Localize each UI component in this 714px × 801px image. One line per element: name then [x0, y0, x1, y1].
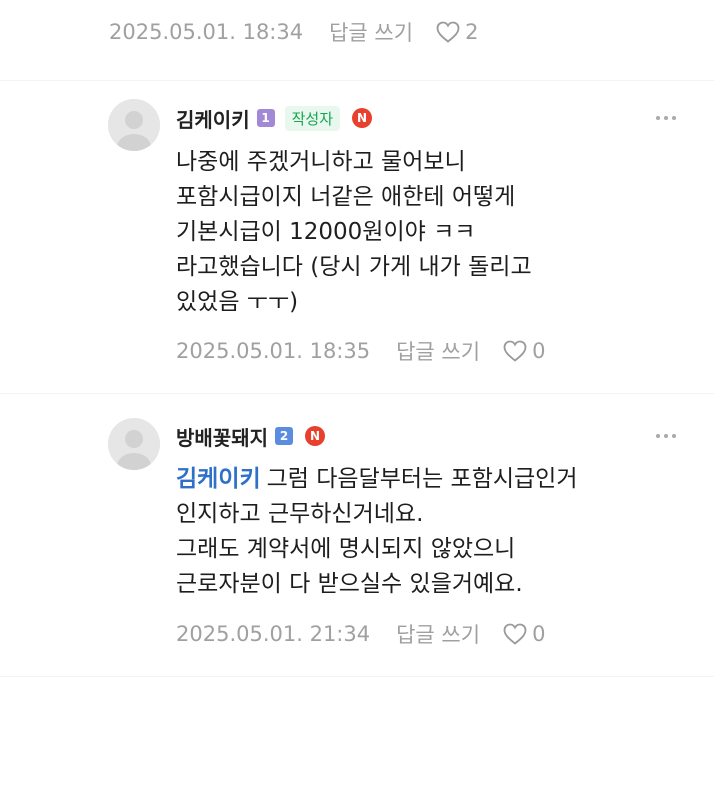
new-badge: N — [305, 426, 325, 446]
default-avatar-icon — [108, 99, 160, 151]
dot-icon — [672, 434, 676, 438]
level-badge: 1 — [256, 109, 275, 127]
default-avatar-icon — [108, 418, 160, 470]
more-options-button[interactable] — [656, 116, 676, 120]
new-badge: N — [352, 108, 373, 128]
dot-icon — [664, 116, 668, 120]
heart-icon — [503, 623, 527, 645]
comment-line-text: 그럼 다음달부터는 포함시급인거 — [266, 466, 578, 492]
divider — [0, 393, 714, 394]
comment-date: 2025.05.01. 18:35 — [176, 339, 371, 363]
comment-header: 방배꽃돼지 2 N — [176, 421, 325, 451]
dot-icon — [656, 434, 660, 438]
more-options-button[interactable] — [656, 434, 676, 438]
comment-line: 라고했습니다 (당시 가게 내가 돌리고 — [176, 254, 532, 280]
like-button[interactable]: 2 — [435, 20, 478, 44]
like-count: 2 — [465, 20, 479, 44]
comment-header: 김케이키 1 작성자 N — [176, 103, 373, 133]
dot-icon — [672, 116, 676, 120]
comment-line: 나중에 주겠거니하고 물어보니 — [176, 149, 466, 175]
like-button[interactable]: 0 — [502, 622, 545, 646]
reply-button[interactable]: 답글 쓰기 — [396, 619, 480, 649]
comment-line: 김케이키 그럼 다음달부터는 포함시급인거 — [176, 462, 696, 497]
divider — [0, 676, 714, 677]
like-button[interactable]: 0 — [502, 339, 545, 363]
comment-line: 그래도 계약서에 명시되지 않았으니 — [176, 536, 516, 562]
dot-icon — [664, 434, 668, 438]
comment-date: 2025.05.01. 21:34 — [176, 622, 371, 646]
comment-text: 김케이키 그럼 다음달부터는 포함시급인거 인지하고 근무하신거네요. 그래도 계… — [176, 462, 696, 602]
comment-line: 근로자분이 다 받으실수 있을거예요. — [176, 571, 523, 597]
heart-icon — [503, 340, 527, 362]
comment-line: 포함시급이지 너같은 애한테 어떻게 — [176, 184, 516, 210]
comment-line: 인지하고 근무하신거네요. — [176, 501, 424, 527]
heart-icon — [436, 21, 460, 43]
dot-icon — [656, 116, 660, 120]
like-count: 0 — [532, 622, 546, 646]
comment-line: 기본시급이 12000원이야 ㅋㅋ — [176, 219, 476, 245]
comment-meta: 2025.05.01. 18:35 답글 쓰기 0 — [176, 336, 545, 366]
reply-button[interactable]: 답글 쓰기 — [396, 336, 480, 366]
comment-meta-top: 2025.05.01. 18:34 답글 쓰기 2 — [109, 17, 478, 47]
divider — [0, 80, 714, 81]
comment-text: 나중에 주겠거니하고 물어보니 포함시급이지 너같은 애한테 어떻게 기본시급이… — [176, 145, 696, 320]
comment-meta: 2025.05.01. 21:34 답글 쓰기 0 — [176, 619, 545, 649]
comment-line: 있었음 ㅜㅜ) — [176, 289, 299, 315]
avatar[interactable] — [108, 99, 160, 151]
comment-nickname[interactable]: 김케이키 — [176, 104, 250, 133]
avatar[interactable] — [108, 418, 160, 470]
like-count: 0 — [532, 339, 546, 363]
comment-date: 2025.05.01. 18:34 — [109, 20, 304, 44]
reply-button[interactable]: 답글 쓰기 — [329, 17, 413, 47]
author-badge: 작성자 — [284, 105, 341, 131]
mention-link[interactable]: 김케이키 — [176, 466, 261, 492]
level-badge: 2 — [275, 427, 293, 445]
comment-nickname[interactable]: 방배꽃돼지 — [176, 422, 268, 451]
